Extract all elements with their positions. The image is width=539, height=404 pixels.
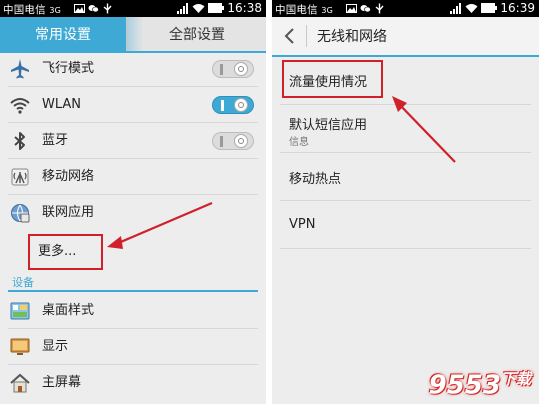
wireless-networks-screen: 中国电信 3G 16:39 无线和网络 流量使用情况 默认短信应用 信息 移动热… — [272, 0, 539, 404]
annotation-arrow — [107, 201, 213, 249]
watermark-logo: 9553下载 — [428, 370, 531, 401]
settings-screen: 中国电信 3G 16:38 常用设置 全部设置 飞行模式 WLAN 蓝牙 移动网… — [0, 0, 266, 404]
annotation-arrow — [392, 96, 456, 163]
